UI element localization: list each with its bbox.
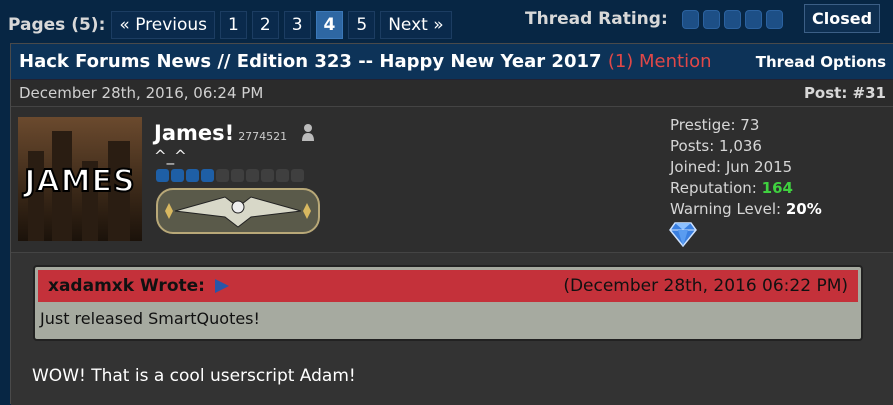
rank-star-icon (291, 169, 304, 182)
author-name-link[interactable]: James! (154, 121, 234, 145)
post-author: JAMES James! 2774521 ^_^ Prestige: 73 Po… (11, 107, 893, 253)
thread-rating: Thread Rating: (525, 7, 787, 31)
offline-user-icon (301, 122, 315, 146)
go-to-post-arrow-icon[interactable] (214, 279, 229, 293)
reputation-stat: Reputation: 164 (670, 178, 822, 199)
closed-button[interactable]: Closed (804, 4, 880, 33)
rank-star-icon (171, 169, 184, 182)
rank-star-icon (156, 169, 169, 182)
post-body: xadamxk Wrote: (December 28th, 2016 06:2… (11, 253, 893, 405)
reputation-label: Reputation: (670, 179, 757, 197)
thread-header: Hack Forums News // Edition 323 -- Happy… (11, 44, 893, 80)
rating-star-5[interactable] (765, 9, 783, 29)
author-uid: 2774521 (238, 130, 288, 143)
rank-star-icon (261, 169, 274, 182)
post-info-bar: December 28th, 2016, 06:24 PM Post: #31 (11, 80, 893, 107)
mention-link[interactable]: (1) Mention (608, 51, 712, 72)
rank-star-icon (216, 169, 229, 182)
rating-star-3[interactable] (723, 9, 741, 29)
quote-block: xadamxk Wrote: (December 28th, 2016 06:2… (33, 265, 863, 341)
previous-page-button[interactable]: « Previous (111, 11, 216, 39)
author-stats: Prestige: 73 Posts: 1,036 Joined: Jun 20… (670, 115, 822, 220)
diamond-award-icon[interactable] (669, 221, 697, 247)
rank-star-icon (246, 169, 259, 182)
eagle-rank-badge-icon (156, 188, 320, 234)
pagination: Pages (5): « Previous 1 2 3 4 5 Next » (8, 11, 457, 39)
post-message: WOW! That is a cool userscript Adam! (32, 366, 356, 386)
rank-star-icon (231, 169, 244, 182)
rank-star-icon (201, 169, 214, 182)
posts-stat: Posts: 1,036 (670, 137, 762, 155)
joined-stat: Joined: Jun 2015 (670, 158, 793, 176)
page-1-button[interactable]: 1 (220, 11, 247, 39)
rank-star-icon (276, 169, 289, 182)
quote-author-row: xadamxk Wrote: (48, 276, 229, 296)
rank-stars (156, 169, 306, 182)
post-number-link[interactable]: Post: #31 (804, 84, 886, 102)
current-page-4: 4 (315, 11, 344, 39)
page-3-button[interactable]: 3 (283, 11, 311, 39)
quote-date: (December 28th, 2016 06:22 PM) (563, 276, 848, 296)
thread-title-row: Hack Forums News // Edition 323 -- Happy… (19, 51, 712, 72)
warning-label: Warning Level: (670, 200, 782, 218)
next-page-button[interactable]: Next » (380, 11, 452, 39)
user-title: ^_^ (154, 147, 187, 165)
page-2-button[interactable]: 2 (251, 11, 279, 39)
author-name-row: James! 2774521 (154, 121, 315, 146)
rating-star-4[interactable] (744, 9, 762, 29)
quote-text: Just released SmartQuotes! (40, 309, 260, 328)
thread-title: Hack Forums News // Edition 323 -- Happy… (19, 51, 602, 72)
thread-options-button[interactable]: Thread Options (756, 53, 886, 71)
rating-star-2[interactable] (702, 9, 720, 29)
rating-star-1[interactable] (681, 9, 699, 29)
thread-rating-label: Thread Rating: (525, 9, 668, 29)
prestige-stat: Prestige: 73 (670, 116, 760, 134)
avatar[interactable]: JAMES (18, 117, 142, 241)
reputation-value-link[interactable]: 164 (762, 179, 793, 197)
pagination-label: Pages (5): (8, 15, 106, 35)
quote-author: xadamxk Wrote: (48, 276, 205, 296)
post-date: December 28th, 2016, 06:24 PM (19, 84, 264, 102)
warning-stat: Warning Level: 20% (670, 199, 822, 220)
warning-value: 20% (785, 200, 822, 218)
thread-panel: Hack Forums News // Edition 323 -- Happy… (10, 43, 893, 405)
rank-star-icon (186, 169, 199, 182)
quote-header: xadamxk Wrote: (December 28th, 2016 06:2… (38, 270, 858, 302)
page-5-button[interactable]: 5 (348, 11, 376, 39)
avatar-text: JAMES (23, 164, 136, 200)
